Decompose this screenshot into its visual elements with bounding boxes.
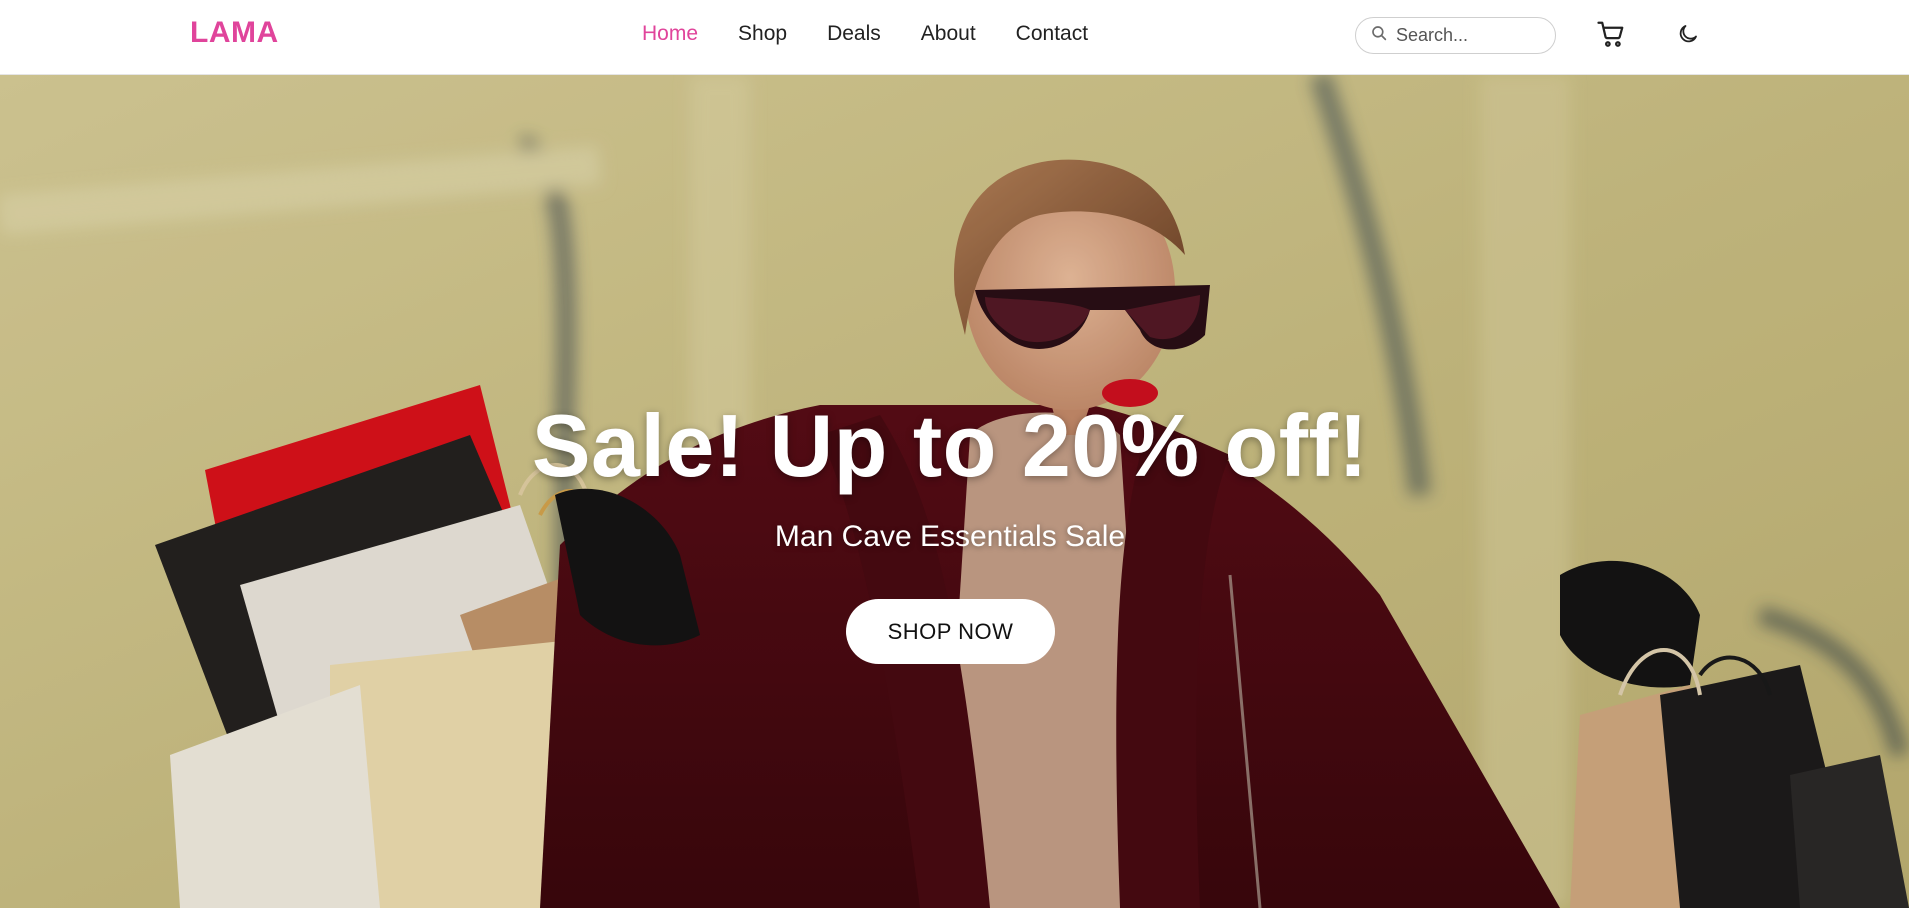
nav-item-about[interactable]: About [921, 22, 976, 46]
shop-now-button[interactable]: SHOP NOW [846, 599, 1055, 664]
hero-title: Sale! Up to 20% off! [531, 396, 1369, 495]
search-icon [1370, 24, 1388, 47]
search-box[interactable] [1355, 17, 1556, 54]
main-nav: Home Shop Deals About Contact [642, 22, 1088, 46]
navbar: LAMA Home Shop Deals About Contact [0, 0, 1909, 75]
nav-item-home[interactable]: Home [642, 22, 698, 46]
theme-toggle-button[interactable] [1672, 20, 1704, 52]
page: LAMA Home Shop Deals About Contact Searc… [0, 0, 1909, 908]
cart-button[interactable] [1594, 19, 1628, 53]
moon-icon [1676, 22, 1700, 51]
nav-item-deals[interactable]: Deals [827, 22, 881, 46]
nav-item-shop[interactable]: Shop [738, 22, 787, 46]
hero-content: Sale! Up to 20% off! Man Cave Essentials… [0, 75, 1909, 908]
nav-item-contact[interactable]: Contact [1016, 22, 1088, 46]
cart-icon [1596, 19, 1626, 54]
search-input[interactable] [1396, 25, 1546, 46]
logo[interactable]: LAMA [190, 16, 279, 50]
hero-subtitle: Man Cave Essentials Sale [774, 520, 1126, 553]
hero-banner: Sale! Up to 20% off! Man Cave Essentials… [0, 75, 1909, 908]
